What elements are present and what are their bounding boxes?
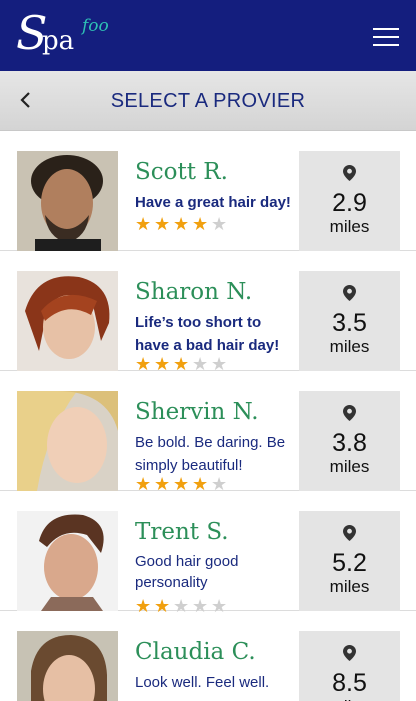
star-filled-icon: ★ — [173, 214, 190, 234]
distance-value: 5.2 — [332, 549, 367, 577]
star-filled-icon: ★ — [154, 214, 171, 234]
provider-name: Scott R. — [135, 159, 228, 185]
distance-box[interactable]: 2.9 miles — [299, 151, 400, 251]
distance-value: 8.5 — [332, 669, 367, 697]
map-pin-icon — [343, 165, 356, 181]
provider-row[interactable]: Sharon N. Life’s too short to have a bad… — [0, 251, 416, 373]
provider-row[interactable]: Claudia C. Look well. Feel well. 8.5 mil… — [0, 611, 416, 701]
map-pin-icon — [343, 645, 356, 661]
provider-tagline: Be bold. Be daring. Be simply beautiful! — [135, 434, 286, 474]
logo-accent: foo — [82, 16, 109, 36]
map-pin-icon — [343, 405, 356, 421]
provider-tagline: Life’s too short to have a bad hair day! — [135, 314, 280, 354]
distance-box[interactable]: 5.2 miles — [299, 511, 400, 611]
star-filled-icon: ★ — [192, 214, 209, 234]
app-bar: S pa foo — [0, 0, 416, 71]
page-title: SELECT A PROVIER — [110, 90, 306, 112]
distance-box[interactable]: 3.8 miles — [299, 391, 400, 491]
distance-unit: miles — [329, 457, 370, 476]
distance-value: 3.5 — [332, 309, 367, 337]
provider-list: Scott R. Have a great hair day! ★ ★ ★ ★ ★ 2.… — [0, 131, 416, 701]
distance-unit: miles — [329, 577, 370, 596]
provider-photo — [17, 511, 118, 611]
star-empty-icon: ★ — [211, 214, 228, 234]
provider-name: Claudia C. — [135, 639, 256, 665]
provider-tagline: Have a great hair day! — [135, 194, 291, 211]
provider-name: Shervin N. — [135, 399, 259, 425]
hamburger-menu-icon[interactable] — [373, 28, 399, 46]
rating-stars: ★ ★ ★ ★ ★ — [135, 215, 230, 233]
provider-name: Trent S. — [135, 519, 229, 545]
distance-value: 2.9 — [332, 189, 367, 217]
star-filled-icon: ★ — [135, 214, 152, 234]
distance-unit: miles — [299, 697, 400, 701]
provider-photo — [17, 631, 118, 701]
spafoo-logo[interactable]: S pa foo — [16, 6, 126, 62]
provider-row[interactable]: Shervin N. Be bold. Be daring. Be simply… — [0, 371, 416, 493]
provider-tagline: Look well. Feel well. — [135, 674, 270, 691]
provider-tagline: Good hair good personality — [135, 553, 239, 591]
map-pin-icon — [343, 285, 356, 301]
provider-photo — [17, 151, 118, 251]
page-header: SELECT A PROVIER — [0, 71, 416, 131]
map-pin-icon — [343, 525, 356, 541]
logo-text: pa — [42, 26, 75, 56]
distance-unit: miles — [329, 217, 370, 236]
provider-photo — [17, 391, 118, 491]
distance-box[interactable]: 3.5 miles — [299, 271, 400, 371]
distance-box[interactable]: 8.5 miles — [299, 631, 400, 701]
provider-row[interactable]: Trent S. Good hair good personality ★ ★ ★ ★… — [0, 491, 416, 615]
provider-name: Sharon N. — [135, 279, 253, 305]
provider-photo — [17, 271, 118, 371]
provider-row[interactable]: Scott R. Have a great hair day! ★ ★ ★ ★ ★ 2.… — [0, 131, 416, 251]
distance-unit: miles — [329, 337, 370, 356]
distance-value: 3.8 — [332, 429, 367, 457]
